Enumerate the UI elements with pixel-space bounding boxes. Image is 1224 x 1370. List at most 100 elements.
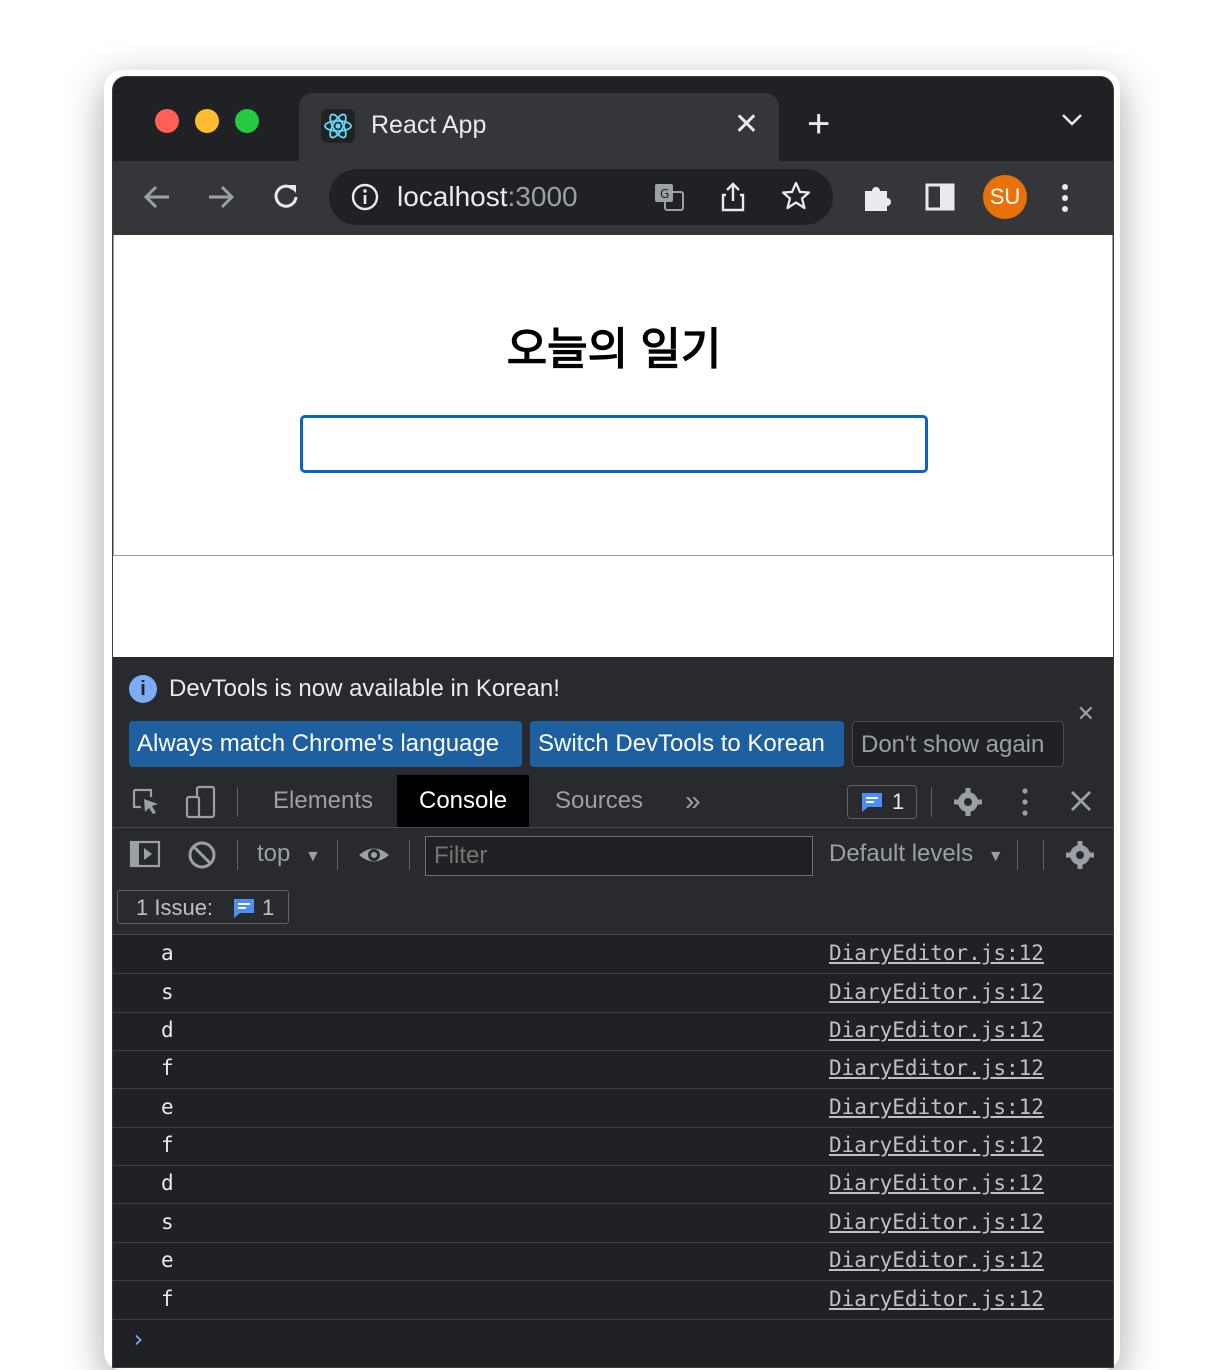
infobar-close-icon[interactable]: ✕	[1077, 701, 1095, 727]
translate-icon[interactable]: G	[653, 181, 685, 213]
browser-toolbar: localhost:3000 G SU	[113, 161, 1113, 235]
language-infobar: i DevTools is now available in Korean! ✕…	[113, 657, 1113, 776]
log-message: f	[161, 1287, 174, 1311]
separator	[237, 787, 238, 817]
dropdown-arrow-icon: ▼	[305, 848, 321, 865]
close-window-button[interactable]	[155, 109, 179, 133]
log-message: f	[161, 1056, 174, 1080]
tab-search-chevron-icon[interactable]	[1061, 113, 1083, 127]
console-log-row: d DiaryEditor.js:12	[113, 1012, 1113, 1051]
log-message: a	[161, 941, 174, 965]
log-message: s	[161, 1210, 174, 1234]
devtools-tab-bar: Elements Console Sources » 1	[113, 775, 1113, 828]
console-log-row: s DiaryEditor.js:12	[113, 1204, 1113, 1243]
close-devtools-icon[interactable]	[1069, 789, 1093, 813]
filter-input[interactable]	[425, 836, 813, 876]
diary-editor: 오늘의 일기	[113, 235, 1113, 556]
dont-show-again-button[interactable]: Don't show again	[852, 721, 1064, 767]
context-selector[interactable]: top ▼	[257, 840, 321, 868]
message-icon	[232, 897, 256, 919]
tab-console[interactable]: Console	[397, 775, 530, 827]
separator	[337, 840, 338, 870]
issues-chip-button[interactable]: 1 Issue: 1	[117, 890, 289, 924]
author-input[interactable]	[300, 415, 928, 473]
log-message: d	[161, 1018, 174, 1042]
separator	[1017, 840, 1018, 870]
zoom-window-button[interactable]	[235, 109, 259, 133]
console-log-row: e DiaryEditor.js:12	[113, 1242, 1113, 1281]
minimize-window-button[interactable]	[195, 109, 219, 133]
log-message: e	[161, 1248, 174, 1272]
react-logo-icon	[321, 109, 355, 143]
more-tabs-icon[interactable]: »	[663, 775, 723, 827]
url-text: localhost:3000	[397, 181, 578, 212]
tab-strip: React App ✕ +	[113, 77, 1113, 161]
log-message: e	[161, 1095, 174, 1119]
console-toolbar: top ▼ Default levels ▼	[113, 828, 1113, 882]
log-source-link[interactable]: DiaryEditor.js:12	[829, 1018, 1044, 1042]
reload-icon[interactable]	[269, 179, 303, 215]
console-log-row: s DiaryEditor.js:12	[113, 974, 1113, 1013]
console-log-row: d DiaryEditor.js:12	[113, 1165, 1113, 1204]
live-expression-eye-icon[interactable]	[357, 840, 391, 870]
console-settings-gear-icon[interactable]	[1065, 840, 1095, 870]
console-prompt[interactable]: ›	[131, 1325, 145, 1353]
tab-react-app[interactable]: React App ✕	[299, 93, 779, 161]
new-tab-button[interactable]: +	[807, 104, 830, 144]
devtools-panel: i DevTools is now available in Korean! ✕…	[113, 657, 1113, 1367]
device-toolbar-icon[interactable]	[185, 785, 217, 819]
separator	[1043, 840, 1044, 870]
devtools-menu-icon[interactable]	[1021, 787, 1029, 817]
share-icon[interactable]	[719, 181, 747, 213]
extensions-puzzle-icon[interactable]	[861, 181, 893, 213]
page-title: 오늘의 일기	[506, 325, 722, 374]
issues-row: 1 Issue: 1	[113, 882, 1113, 935]
log-message: f	[161, 1133, 174, 1157]
side-panel-icon[interactable]	[925, 183, 955, 211]
log-source-link[interactable]: DiaryEditor.js:12	[829, 1287, 1044, 1311]
log-source-link[interactable]: DiaryEditor.js:12	[829, 1133, 1044, 1157]
tab-sources[interactable]: Sources	[533, 775, 665, 827]
browser-window: React App ✕ + localhost:3000 G SU 오늘의 일기…	[112, 76, 1114, 1368]
log-source-link[interactable]: DiaryEditor.js:12	[829, 941, 1044, 965]
tab-title: React App	[371, 111, 487, 139]
back-arrow-icon[interactable]	[141, 179, 173, 215]
separator	[409, 840, 410, 870]
console-log-row: f DiaryEditor.js:12	[113, 1050, 1113, 1089]
log-source-link[interactable]: DiaryEditor.js:12	[829, 1171, 1044, 1195]
always-match-language-button[interactable]: Always match Chrome's language	[129, 721, 522, 767]
console-log-row: f DiaryEditor.js:12	[113, 1281, 1113, 1320]
svg-text:G: G	[660, 187, 669, 201]
log-levels-dropdown[interactable]: Default levels ▼	[829, 840, 1004, 868]
bookmark-star-icon[interactable]	[781, 181, 811, 211]
info-icon: i	[129, 675, 157, 703]
profile-avatar[interactable]: SU	[983, 175, 1027, 219]
log-source-link[interactable]: DiaryEditor.js:12	[829, 1210, 1044, 1234]
log-source-link[interactable]: DiaryEditor.js:12	[829, 1056, 1044, 1080]
inspect-element-icon[interactable]	[131, 787, 161, 817]
log-source-link[interactable]: DiaryEditor.js:12	[829, 1248, 1044, 1272]
site-info-icon[interactable]	[351, 183, 379, 211]
sidebar-toggle-icon[interactable]	[129, 840, 161, 868]
page-viewport: 오늘의 일기	[113, 235, 1113, 657]
switch-to-korean-button[interactable]: Switch DevTools to Korean	[530, 721, 844, 767]
forward-arrow-icon[interactable]	[205, 179, 237, 215]
separator	[931, 787, 932, 817]
issues-counter-button[interactable]: 1	[847, 785, 917, 819]
browser-menu-icon[interactable]	[1061, 183, 1069, 213]
console-log-row: a DiaryEditor.js:12	[113, 935, 1113, 974]
message-icon	[860, 791, 884, 813]
infobar-message: DevTools is now available in Korean!	[169, 675, 560, 702]
log-source-link[interactable]: DiaryEditor.js:12	[829, 980, 1044, 1004]
tab-elements[interactable]: Elements	[251, 775, 395, 827]
separator	[237, 840, 238, 870]
address-bar[interactable]: localhost:3000 G	[329, 169, 833, 225]
clear-console-icon[interactable]	[187, 840, 217, 870]
dropdown-arrow-icon: ▼	[987, 848, 1004, 865]
log-source-link[interactable]: DiaryEditor.js:12	[829, 1095, 1044, 1119]
tab-close-icon[interactable]: ✕	[734, 107, 759, 142]
console-log-row: e DiaryEditor.js:12	[113, 1089, 1113, 1128]
log-message: s	[161, 980, 174, 1004]
settings-gear-icon[interactable]	[953, 787, 983, 817]
log-message: d	[161, 1171, 174, 1195]
